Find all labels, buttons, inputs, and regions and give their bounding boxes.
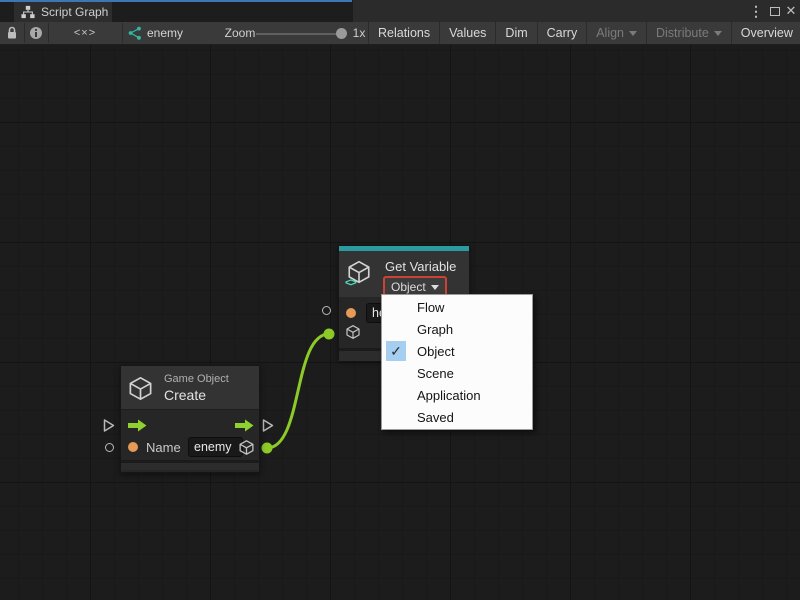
check-gutter: ✓: [386, 297, 406, 317]
graph-reference-icon: [128, 26, 142, 40]
toolbar-buttons: Relations Values Dim Carry Align Distrib…: [368, 22, 800, 44]
create-node-footer: [121, 460, 259, 470]
tab-bar-right-area: [353, 0, 800, 22]
flow-input-port[interactable]: [102, 418, 116, 433]
info-icon: [29, 26, 43, 40]
kebab-menu-icon: ⋮: [749, 3, 763, 20]
toolbar-separator: [122, 23, 123, 43]
create-gameobject-node[interactable]: Game Object Create Name enemy: [120, 365, 260, 473]
check-gutter: ✓: [386, 385, 406, 405]
wire-endpoint-source[interactable]: [262, 443, 273, 454]
menu-item-flow[interactable]: ✓ Flow: [382, 296, 532, 318]
graph-reference-breadcrumb[interactable]: enemy: [128, 22, 194, 44]
code-brackets-icon: <>: [345, 277, 356, 289]
zoom-slider-track[interactable]: [256, 33, 344, 35]
window-menu-button[interactable]: ⋮: [748, 0, 764, 22]
string-port-dot[interactable]: [128, 442, 138, 452]
menu-item-saved[interactable]: ✓ Saved: [382, 406, 532, 428]
maximize-icon: [770, 7, 780, 16]
create-node-header: Game Object Create: [121, 366, 259, 410]
menu-item-object[interactable]: ✓ Object: [382, 340, 532, 362]
flow-output-port[interactable]: [261, 418, 275, 433]
gameobject-cube-icon: [127, 375, 154, 402]
checkmark-icon: ✓: [390, 343, 402, 360]
zoom-level-value: 1x: [349, 22, 369, 44]
chevron-down-icon: [714, 31, 722, 36]
gameobject-connection-wire[interactable]: [267, 334, 329, 448]
info-button[interactable]: [24, 22, 48, 44]
code-icon: <×>: [74, 27, 96, 39]
close-icon: ✕: [786, 3, 797, 19]
node-title: Create: [164, 387, 206, 403]
value-input-port[interactable]: [105, 443, 114, 452]
name-port-label: Name: [146, 440, 181, 455]
chevron-down-icon: [629, 31, 637, 36]
get-variable-header: <> Get Variable Object: [339, 251, 469, 297]
script-graph-window: Script Graph ⋮ ✕ <×>: [0, 0, 800, 600]
zoom-slider-handle[interactable]: [336, 28, 347, 39]
dim-button[interactable]: Dim: [495, 22, 536, 44]
tab-script-graph[interactable]: Script Graph: [14, 2, 112, 22]
menu-item-application[interactable]: ✓ Application: [382, 384, 532, 406]
menu-item-scene[interactable]: ✓ Scene: [382, 362, 532, 384]
graph-toolbar: <×> enemy Zoom 1x Relations Values Dim: [0, 22, 800, 45]
gameobject-output-cube-icon[interactable]: [238, 439, 255, 456]
node-title: Get Variable: [385, 259, 456, 274]
lock-icon: [6, 26, 18, 40]
wire-endpoint-target[interactable]: [324, 329, 335, 340]
check-gutter: ✓: [386, 407, 406, 427]
relations-button[interactable]: Relations: [368, 22, 439, 44]
flow-out-arrow-icon[interactable]: [235, 419, 254, 432]
overview-button[interactable]: Overview: [731, 22, 800, 44]
create-node-body: Name enemy: [121, 410, 259, 460]
script-graph-icon: [21, 5, 35, 19]
align-dropdown-button[interactable]: Align: [586, 22, 646, 44]
lock-button[interactable]: [0, 22, 24, 44]
node-subtitle: Game Object: [164, 373, 229, 385]
zoom-label: Zoom: [222, 22, 258, 44]
object-port-cube-icon[interactable]: [345, 324, 361, 340]
distribute-dropdown-button[interactable]: Distribute: [646, 22, 731, 44]
tab-bar: Script Graph ⋮ ✕: [0, 0, 800, 22]
window-close-button[interactable]: ✕: [782, 0, 800, 22]
string-port-dot[interactable]: [346, 308, 356, 318]
flow-in-arrow-icon[interactable]: [128, 419, 147, 432]
variable-kind-context-menu: ✓ Flow ✓ Graph ✓ Object ✓ Scene ✓: [381, 294, 533, 430]
graph-canvas[interactable]: <> Get Variable Object he: [0, 45, 800, 600]
graph-reference-label: enemy: [147, 26, 183, 40]
code-preview-button[interactable]: <×>: [48, 22, 122, 44]
chevron-down-icon: [431, 285, 439, 290]
values-button[interactable]: Values: [439, 22, 495, 44]
name-input-field[interactable]: enemy: [188, 437, 243, 457]
check-gutter: ✓: [386, 319, 406, 339]
check-gutter: ✓: [386, 363, 406, 383]
check-gutter: ✓: [386, 341, 406, 361]
menu-item-graph[interactable]: ✓ Graph: [382, 318, 532, 340]
variable-name-input-port[interactable]: [322, 306, 331, 315]
carry-button[interactable]: Carry: [537, 22, 587, 44]
tab-label: Script Graph: [41, 5, 108, 19]
